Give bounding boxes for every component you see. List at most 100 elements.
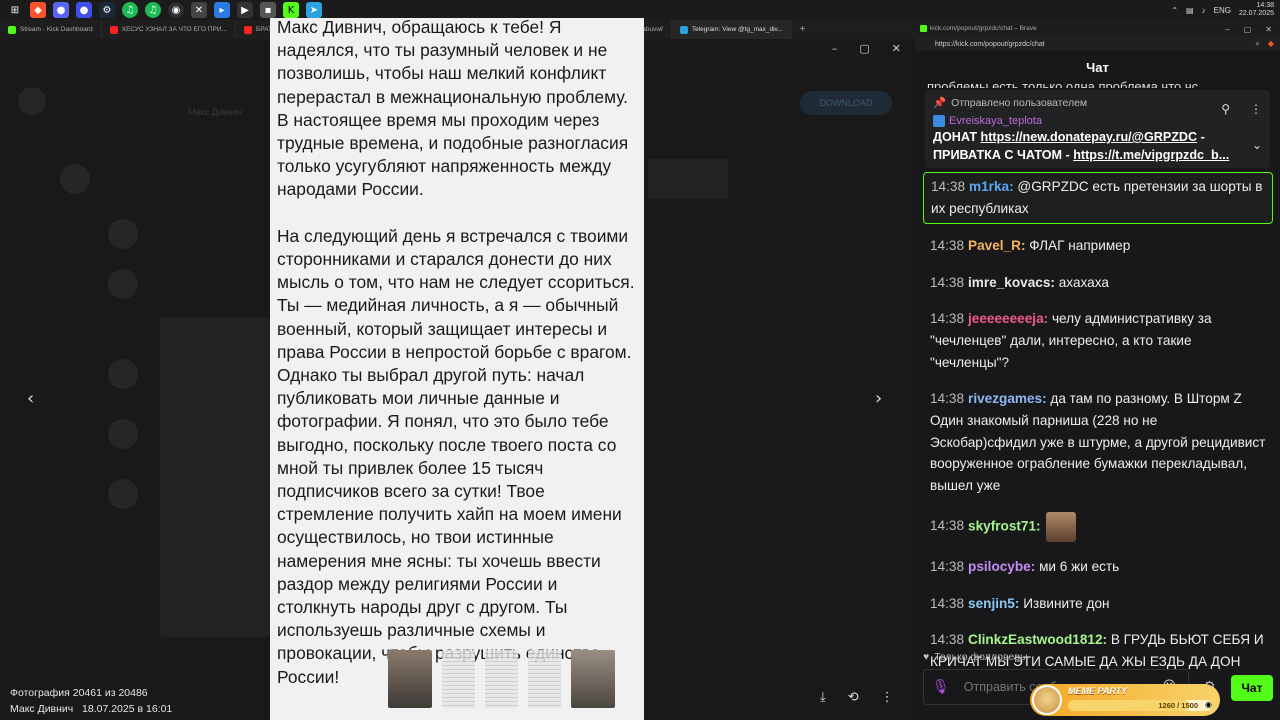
clock-time: 14:38 xyxy=(1256,2,1274,9)
minimize-icon[interactable]: – xyxy=(1225,25,1229,34)
tab-label: Stream - Kick Dashboard xyxy=(20,26,93,33)
spotify-alt-icon[interactable]: ♫ xyxy=(145,2,161,18)
letter-paragraph-2: На следующий день я встречался с твоими … xyxy=(277,225,635,687)
thumbnail[interactable] xyxy=(528,650,561,708)
discord-icon[interactable]: ● xyxy=(53,2,69,18)
photo-counter: Фотография 20461 из 20486 xyxy=(10,687,148,699)
thumbnail[interactable] xyxy=(571,650,615,708)
message-time: 14:38 xyxy=(930,310,965,326)
kick-app-icon[interactable]: K xyxy=(283,2,299,18)
brave-browser-icon[interactable]: ◆ xyxy=(30,2,46,18)
message-time: 14:38 xyxy=(930,390,965,406)
browser-tab[interactable]: Telegram: View @tg_max_div... xyxy=(671,20,792,39)
window-title-bar: kick.com/popout/grpzdc/chat – Brave – ▢ … xyxy=(915,20,1280,37)
telegram-icon[interactable]: ➤ xyxy=(306,2,322,18)
thumbnail[interactable] xyxy=(388,650,432,708)
message-username[interactable]: ClinkzEastwood1812 xyxy=(968,632,1102,647)
message-time: 14:38 xyxy=(930,238,965,254)
close-icon[interactable]: ✕ xyxy=(1265,25,1272,34)
emote-icon[interactable] xyxy=(1046,511,1077,542)
chat-message[interactable]: 14:38 skyfrost71: xyxy=(923,509,1273,545)
message-text: ми 6 жи есть xyxy=(1039,559,1120,575)
browser-tab[interactable]: ХЕСУС УЗНАЛ ЗА ЧТО ЕГО ПРИ... xyxy=(102,20,236,39)
thumbnail[interactable] xyxy=(442,650,475,708)
network-icon[interactable]: ▤ xyxy=(1186,6,1194,15)
window-controls: – ▢ ✕ xyxy=(832,42,901,55)
tray-chevron-icon[interactable]: ⌃ xyxy=(1171,6,1178,15)
pinned-more-icon[interactable]: ⋮ xyxy=(1250,102,1262,116)
chevron-down-icon[interactable]: ⌄ xyxy=(1252,138,1262,152)
meme-party-widget[interactable]: MEME PARTY 1260 / 1500 ◉ xyxy=(1030,684,1220,716)
address-bar[interactable]: https://kick.com/popout/grpzdc/chat ⌕ ◆ xyxy=(915,37,1280,51)
spotify-icon[interactable]: ♫ xyxy=(122,2,138,18)
chat-message[interactable]: 14:38 psilocybe: ми 6 жи есть xyxy=(923,553,1273,581)
maximize-icon[interactable]: ▢ xyxy=(859,42,869,55)
browser-tab[interactable]: Stream - Kick Dashboard xyxy=(0,20,102,39)
language-indicator[interactable]: ENG xyxy=(1214,6,1231,15)
telegram-link[interactable]: https://t.me/vipgrpzdc_b... xyxy=(1073,148,1229,162)
next-photo-icon[interactable]: › xyxy=(875,388,882,409)
microphone-icon[interactable]: 🎙 xyxy=(932,679,950,695)
message-username[interactable]: skyfrost71 xyxy=(968,518,1036,533)
previous-photo-icon[interactable]: ‹ xyxy=(27,388,34,409)
message-username[interactable]: psilocybe xyxy=(968,559,1031,574)
message-username[interactable]: senjin5 xyxy=(968,596,1015,611)
chat-message[interactable]: 14:38 jeeeeeeeeja: челу административку з… xyxy=(923,305,1273,376)
message-username[interactable]: Pavel_R xyxy=(968,238,1021,253)
maximize-icon[interactable]: ▢ xyxy=(1244,25,1252,34)
message-username[interactable]: m1rka xyxy=(969,179,1009,194)
chat-message[interactable]: 14:38 m1rka: @GRPZDC есть претензии за шо… xyxy=(923,172,1273,224)
chat-message[interactable]: 14:38 senjin5: Извините дон xyxy=(923,590,1273,618)
doge-icon xyxy=(1032,685,1062,715)
url-text: https://kick.com/popout/grpzdc/chat xyxy=(935,40,1045,48)
rotate-icon[interactable]: ⟲ xyxy=(848,690,859,705)
app-blue-icon[interactable]: ▸ xyxy=(214,2,230,18)
pinned-user[interactable]: Evreiskaya_teplota xyxy=(933,115,1262,127)
message-username[interactable]: imre_kovacs xyxy=(968,275,1050,290)
download-icon[interactable]: ⤓ xyxy=(820,690,826,705)
video-editor-icon[interactable]: ▶ xyxy=(237,2,253,18)
minimize-icon[interactable]: – xyxy=(832,42,838,55)
username-colon: : xyxy=(1043,310,1052,326)
telegram-folder-icon[interactable]: ▪ xyxy=(260,2,276,18)
pinned-line-2-prefix: ПРИВАТКА С ЧАТОМ - xyxy=(933,147,1074,162)
right-browser-window: kick.com/popout/grpzdc/chat – Brave – ▢ … xyxy=(915,20,1280,720)
chat-header: Чат xyxy=(915,51,1280,83)
ghost-avatar xyxy=(60,164,90,194)
close-icon[interactable]: ✕ xyxy=(892,42,901,55)
chat-message[interactable]: 14:38 Pavel_R: ФЛАГ например xyxy=(923,232,1273,260)
message-username[interactable]: jeeeeeeeeja xyxy=(968,311,1044,326)
steam-icon[interactable]: ⚙ xyxy=(99,2,115,18)
app-cross-icon[interactable]: ✕ xyxy=(191,2,207,18)
donate-link[interactable]: https://new.donatepay.ru/@GRPZDC xyxy=(981,130,1198,144)
new-tab-button[interactable]: + xyxy=(792,24,814,35)
more-options-icon[interactable]: ⋮ xyxy=(881,690,894,705)
brave-shield-icon[interactable]: ◆ xyxy=(1268,39,1274,49)
chat-message[interactable]: 14:38 rivezgames: да там по разному. В Шт… xyxy=(923,385,1273,500)
letter-text: Макс Дивнич, обращаюсь к тебе! Я надеялс… xyxy=(270,18,644,689)
user-badge-icon xyxy=(933,115,945,127)
tab-favicon-icon xyxy=(8,25,16,34)
chat-scrolled-message: проблемы есть только одна проблема что ч… xyxy=(927,80,1199,88)
username-colon: : xyxy=(1020,238,1030,254)
tab-favicon-icon xyxy=(109,25,118,34)
message-username[interactable]: rivezgames xyxy=(968,391,1042,406)
thumbnail[interactable] xyxy=(485,650,518,708)
windows-start-icon[interactable]: ⊞ xyxy=(7,2,23,18)
photo-author-date: Макс Дивнич 18.07.2025 в 16:01 xyxy=(10,703,173,715)
pinned-line-2: ПРИВАТКА С ЧАТОМ - https://t.me/vipgrpzd… xyxy=(933,147,1241,165)
kick-favicon-icon xyxy=(920,25,927,32)
unpin-icon[interactable]: ⚲ xyxy=(1221,102,1230,116)
zoom-icon[interactable]: ⌕ xyxy=(1255,39,1259,49)
ghost-avatar xyxy=(108,269,138,299)
pinned-message[interactable]: 📌 Отправлено пользователем Evreiskaya_te… xyxy=(925,90,1270,168)
message-time: 14:38 xyxy=(931,179,966,194)
clock[interactable]: 14:38 22.07.2025 xyxy=(1239,2,1274,18)
chat-send-button[interactable]: Чат xyxy=(1231,675,1273,701)
obs-icon[interactable]: ◉ xyxy=(168,2,184,18)
tab-label: Telegram: View @tg_max_div... xyxy=(691,26,783,33)
discord-alt-icon[interactable]: ● xyxy=(76,2,92,18)
message-text: Извините дон xyxy=(1023,595,1110,611)
chat-message[interactable]: 14:38 imre_kovacs: ахахаха xyxy=(923,269,1273,297)
volume-icon[interactable]: ♪ xyxy=(1202,6,1206,15)
